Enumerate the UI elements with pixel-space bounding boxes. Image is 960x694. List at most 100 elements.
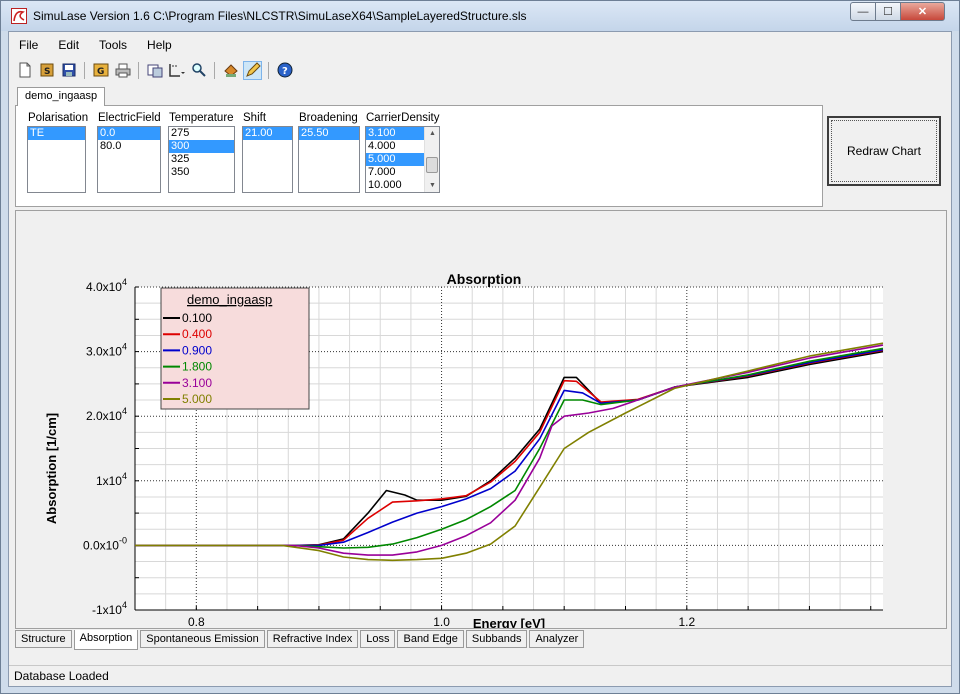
list-option[interactable]: 300 (169, 140, 234, 153)
temperature-label: Temperature (169, 112, 234, 124)
parameter-panel: Polarisation TE ElectricField 0.0 80.0 Te… (15, 105, 823, 207)
y-tick-label: 3.0x104 (86, 342, 127, 359)
y-tick-base: -1x10 (92, 603, 122, 617)
list-option[interactable]: 80.0 (98, 140, 160, 153)
toolbar: S G ? (15, 59, 294, 81)
status-text: Database Loaded (14, 669, 109, 683)
toolbar-separator (268, 61, 269, 79)
menu-edit[interactable]: Edit (48, 36, 89, 56)
list-option[interactable]: 25.50 (299, 127, 359, 140)
calculate-icon: G (93, 63, 108, 77)
toolbar-separator (214, 61, 215, 79)
legend-entry: 1.800 (182, 360, 212, 374)
shift-list[interactable]: 21.00 (242, 126, 293, 193)
y-tick-label: 0.0x10-0 (83, 535, 127, 552)
save-button[interactable] (59, 61, 78, 80)
save-as-button[interactable]: S (37, 61, 56, 80)
simulase-logo-icon (11, 8, 27, 24)
y-tick-base: 2.0x10 (86, 409, 122, 423)
scroll-down-icon[interactable]: ▼ (425, 179, 439, 192)
maximize-button[interactable]: ☐ (875, 2, 901, 21)
list-option[interactable]: 350 (169, 166, 234, 179)
chart-options-button[interactable] (167, 61, 186, 80)
calculate-button[interactable]: G (91, 61, 110, 80)
scroll-thumb[interactable] (426, 157, 438, 173)
tab-subbands[interactable]: Subbands (465, 630, 528, 648)
y-tick-exponent: 4 (122, 600, 127, 610)
list-option[interactable]: 325 (169, 153, 234, 166)
tab-absorption[interactable]: Absorption (73, 630, 139, 650)
absorption-chart: 0.8 1.0 1.24.0x1043.0x1042.0x1041x1040.0x1… (44, 271, 884, 628)
y-tick-exponent: -0 (119, 535, 127, 545)
toolbar-separator (84, 61, 85, 79)
document-tab[interactable]: demo_ingaasp (17, 87, 106, 106)
y-axis-label: Absorption [1/cm] (44, 413, 59, 524)
list-option[interactable]: 21.00 (243, 127, 292, 140)
y-tick-exponent: 4 (122, 471, 127, 481)
zoom-icon (191, 63, 206, 77)
edit-button[interactable] (243, 60, 262, 80)
temperature-list[interactable]: 275 300 325 350 (168, 126, 235, 193)
zoom-button[interactable] (189, 61, 208, 80)
y-tick-base: 4.0x10 (86, 280, 122, 294)
y-tick-exponent: 4 (122, 342, 127, 352)
svg-text:?: ? (282, 66, 288, 77)
list-option[interactable]: 0.0 (98, 127, 160, 140)
minimize-icon: — (857, 5, 869, 18)
y-tick-label: 2.0x104 (86, 406, 127, 423)
title-bar[interactable]: SimuLase Version 1.6 C:\Program Files\NL… (1, 1, 959, 31)
status-bar: Database Loaded (9, 665, 951, 686)
tab-spontaneous-emission[interactable]: Spontaneous Emission (140, 630, 265, 648)
menu-help[interactable]: Help (137, 36, 182, 56)
main-area: File Edit Tools Help S G ? demo_ingaasp … (8, 31, 952, 687)
broadening-list[interactable]: 25.50 (298, 126, 360, 193)
y-tick-exponent: 4 (122, 406, 127, 416)
scroll-up-icon[interactable]: ▲ (425, 127, 439, 140)
legend-title: demo_ingaasp (187, 292, 272, 307)
save-as-icon: S (40, 63, 53, 77)
y-tick-label: 4.0x104 (86, 277, 127, 294)
polarisation-list[interactable]: TE (27, 126, 86, 193)
tab-loss[interactable]: Loss (360, 630, 396, 648)
tab-band-edge[interactable]: Band Edge (397, 630, 464, 648)
chart-title: Absorption (447, 271, 522, 287)
svg-text:S: S (44, 67, 50, 77)
legend-entry: 5.000 (182, 392, 212, 406)
menu-file[interactable]: File (9, 36, 48, 56)
list-option[interactable]: TE (28, 127, 85, 140)
electric-field-label: ElectricField (98, 112, 161, 124)
carrier-density-label: CarrierDensity (366, 112, 440, 124)
export-icon (147, 64, 162, 78)
tab-structure[interactable]: Structure (15, 630, 72, 648)
carrier-density-list[interactable]: ▲ ▼ 3.100 4.000 5.000 7.000 10.000 (365, 126, 440, 193)
carrier-density-scrollbar[interactable]: ▲ ▼ (424, 127, 439, 192)
run-icon (223, 64, 238, 77)
x-tick-label: 1.2 (678, 615, 695, 628)
svg-text:G: G (97, 67, 104, 77)
polarisation-label: Polarisation (28, 112, 89, 124)
print-button[interactable] (113, 61, 132, 80)
close-button[interactable]: ✕ (900, 2, 945, 21)
run-button[interactable] (221, 61, 240, 80)
pencil-icon (245, 62, 261, 77)
list-option[interactable]: 275 (169, 127, 234, 140)
new-file-icon (19, 62, 30, 78)
menu-tools[interactable]: Tools (89, 36, 137, 56)
tab-analyzer[interactable]: Analyzer (529, 630, 585, 648)
y-tick-base: 1x10 (96, 474, 122, 488)
y-tick-label: -1x104 (92, 600, 127, 617)
tab-refractive-index[interactable]: Refractive Index (266, 630, 359, 648)
save-icon (62, 63, 75, 77)
chart-options-icon (168, 64, 185, 77)
x-axis-label: Energy [eV] (473, 616, 545, 628)
legend-entry: 0.400 (182, 327, 212, 341)
minimize-button[interactable]: — (850, 2, 876, 21)
x-tick-label: 1.0 (433, 615, 450, 628)
electric-field-list[interactable]: 0.0 80.0 (97, 126, 161, 193)
view-tabs: Structure Absorption Spontaneous Emission R… (15, 630, 586, 650)
help-button[interactable]: ? (275, 61, 294, 80)
new-file-button[interactable] (15, 61, 34, 80)
redraw-chart-button[interactable]: Redraw Chart (827, 116, 941, 186)
export-button[interactable] (145, 61, 164, 80)
help-icon: ? (277, 62, 292, 78)
